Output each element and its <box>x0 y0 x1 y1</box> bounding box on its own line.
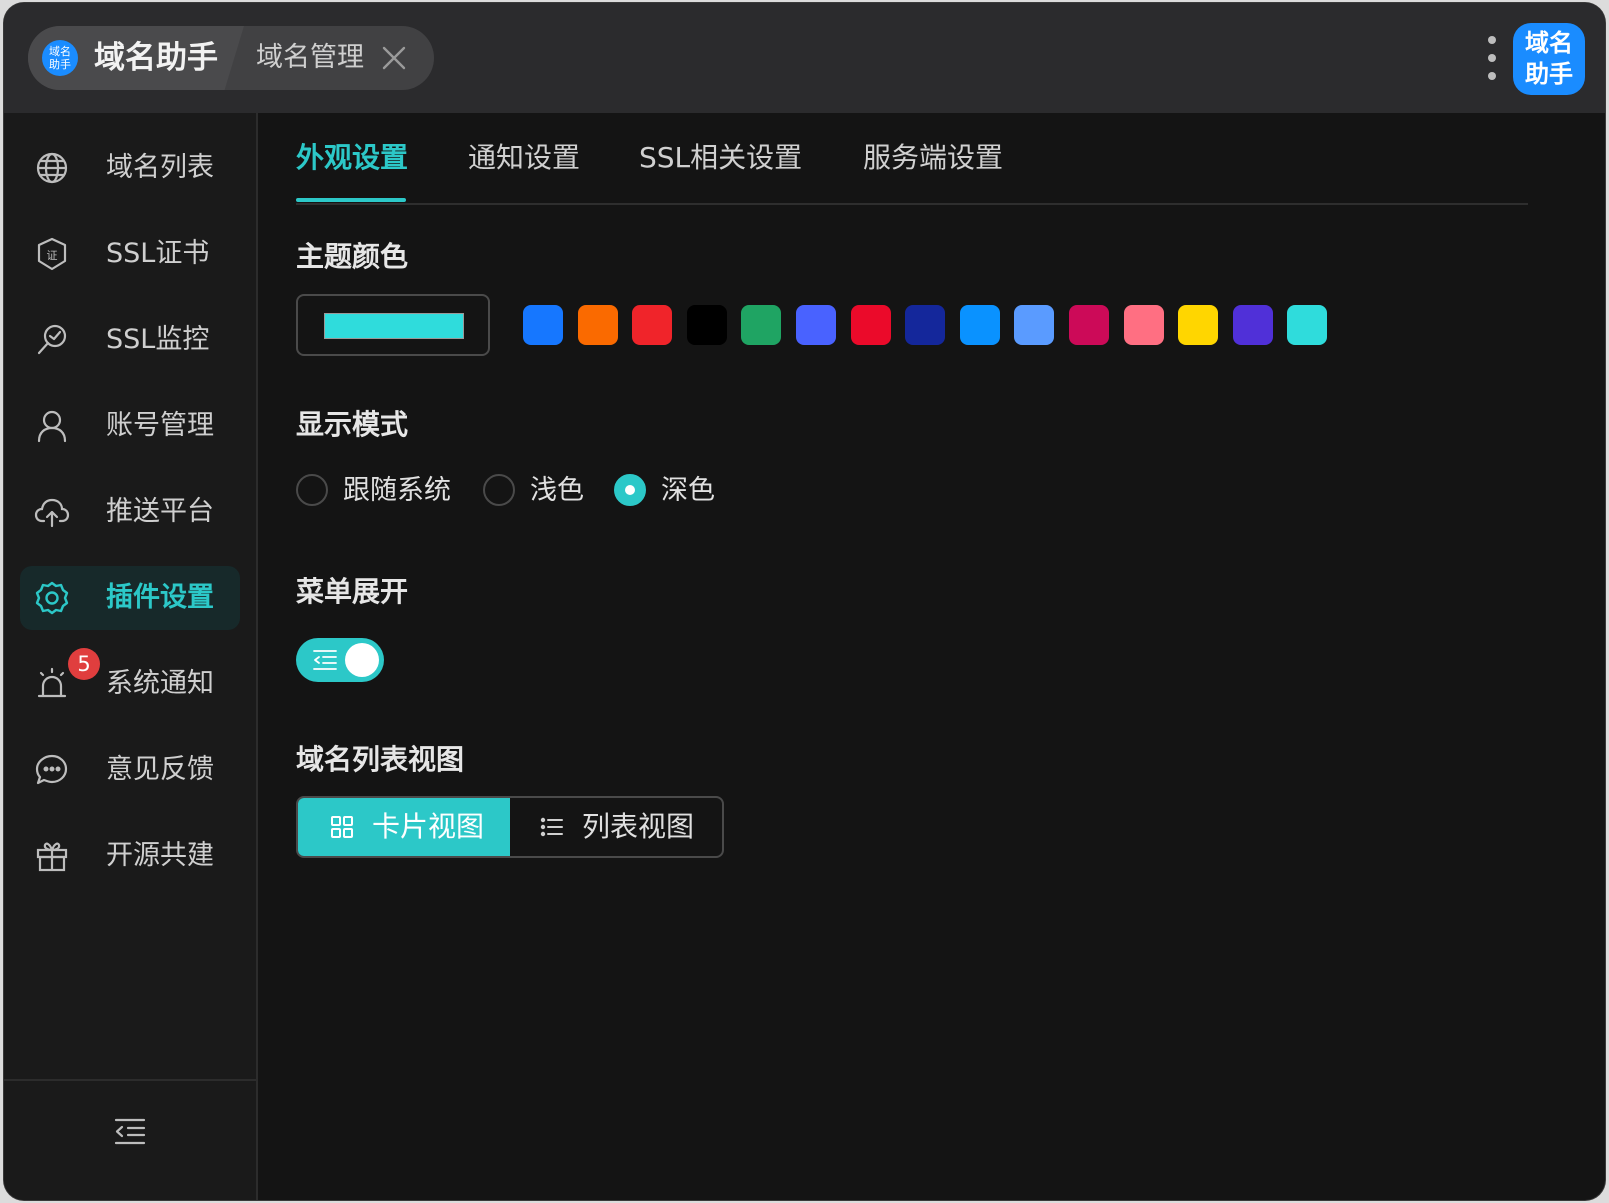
tab-ssl[interactable]: SSL相关设置 <box>639 113 802 203</box>
sidebar-item-label: 推送平台 <box>106 496 214 527</box>
radio-label: 深色 <box>661 475 715 506</box>
color-swatch[interactable] <box>686 305 727 345</box>
color-swatch[interactable] <box>959 305 1000 345</box>
gift-icon <box>36 842 68 872</box>
sidebar-item-label: 插件设置 <box>106 582 214 613</box>
more-options-icon[interactable] <box>1484 36 1500 80</box>
radio-label: 浅色 <box>530 475 584 506</box>
sidebar-item-label: 域名列表 <box>106 152 214 183</box>
avatar[interactable]: 域名助手 <box>1513 23 1585 95</box>
cloud-upload-icon <box>34 498 70 528</box>
sidebar: 域名列表 证 SSL证书 SSL监控 账号管理 推送平台 插件设置 5 系统通知… <box>4 113 258 1200</box>
sidebar-item-label: 意见反馈 <box>106 754 214 785</box>
list-view-label: 列表视图 <box>582 810 695 843</box>
color-swatch[interactable] <box>523 305 563 345</box>
sidebar-item-accounts[interactable]: 账号管理 <box>20 394 240 458</box>
selected-color-preview <box>324 313 464 339</box>
sidebar-item-label: 账号管理 <box>106 410 214 441</box>
menu-expand-title: 菜单展开 <box>296 575 409 608</box>
alarm-light-icon <box>37 667 67 698</box>
sidebar-item-label: SSL监控 <box>106 324 210 355</box>
app-window: 域名助手 域名助手 域名管理 域名助手 域名列表 证 SSL证书 SSL监控 账… <box>4 3 1605 1200</box>
certificate-shield-icon: 证 <box>37 237 67 271</box>
radio-button[interactable] <box>483 474 515 506</box>
header-bar: 域名助手 域名助手 域名管理 域名助手 <box>4 3 1605 113</box>
display-mode-radio-group: 跟随系统 浅色 深色 <box>296 471 996 511</box>
sidebar-item-notifications[interactable]: 5 系统通知 <box>20 648 240 716</box>
menu-collapse-icon[interactable] <box>110 1111 150 1151</box>
list-view-button[interactable]: 列表视图 <box>510 798 722 856</box>
settings-panel: 外观设置 通知设置 SSL相关设置 服务端设置 主题颜色 显示模式 跟随系统 浅… <box>258 113 1605 1200</box>
sidebar-item-open-source[interactable]: 开源共建 <box>20 824 240 888</box>
close-icon[interactable] <box>380 44 408 72</box>
sidebar-item-label: SSL证书 <box>106 238 210 269</box>
color-swatch[interactable] <box>1069 305 1109 345</box>
user-icon <box>37 410 67 443</box>
tab-notifications[interactable]: 通知设置 <box>468 113 580 203</box>
menu-expand-toggle[interactable] <box>296 638 384 682</box>
color-swatch[interactable] <box>796 305 836 345</box>
sidebar-item-feedback[interactable]: 意见反馈 <box>20 738 240 802</box>
home-tab[interactable]: 域名助手 域名助手 <box>28 26 244 90</box>
sidebar-item-domain-list[interactable]: 域名列表 <box>20 136 240 200</box>
color-swatch[interactable] <box>577 305 618 345</box>
tab-appearance[interactable]: 外观设置 <box>296 113 408 203</box>
card-view-label: 卡片视图 <box>372 810 485 843</box>
chat-bubbles-icon <box>35 754 68 785</box>
settings-tabs: 外观设置 通知设置 SSL相关设置 服务端设置 <box>296 113 1528 205</box>
home-tab-label: 域名助手 <box>94 40 218 76</box>
active-tab-indicator <box>296 198 406 202</box>
sidebar-footer <box>4 1079 256 1200</box>
color-swatch[interactable] <box>1287 305 1328 345</box>
color-swatch[interactable] <box>632 305 673 345</box>
color-swatch[interactable] <box>741 305 782 345</box>
color-swatch[interactable] <box>1123 305 1164 345</box>
sidebar-item-label: 开源共建 <box>106 840 214 871</box>
color-swatch[interactable] <box>1014 305 1055 345</box>
svg-text:证: 证 <box>47 249 58 262</box>
list-icon <box>540 817 563 837</box>
gear-icon <box>35 581 69 615</box>
list-view-segmented: 卡片视图 列表视图 <box>296 796 724 858</box>
color-swatch[interactable] <box>905 305 946 345</box>
sidebar-item-push-platform[interactable]: 推送平台 <box>20 480 240 544</box>
color-picker[interactable] <box>296 294 490 356</box>
color-swatch[interactable] <box>850 305 891 345</box>
theme-color-title: 主题颜色 <box>296 240 409 273</box>
menu-indent-icon <box>313 650 337 670</box>
color-swatch[interactable] <box>1178 305 1219 345</box>
globe-icon <box>36 152 68 184</box>
list-view-title: 域名列表视图 <box>296 743 465 776</box>
color-swatch[interactable] <box>1232 305 1273 345</box>
display-mode-title: 显示模式 <box>296 408 409 441</box>
card-view-button[interactable]: 卡片视图 <box>298 798 510 856</box>
toggle-knob <box>345 643 379 677</box>
sidebar-item-plugin-settings[interactable]: 插件设置 <box>20 566 240 630</box>
current-tab-label[interactable]: 域名管理 <box>256 26 364 90</box>
notification-badge: 5 <box>68 648 100 680</box>
radio-label: 跟随系统 <box>343 475 451 506</box>
radio-button-checked[interactable] <box>614 474 646 506</box>
sidebar-item-ssl-monitor[interactable]: SSL监控 <box>20 308 240 372</box>
tab-group: 域名助手 域名助手 域名管理 <box>28 26 434 90</box>
monitor-search-icon <box>37 324 67 355</box>
radio-button[interactable] <box>296 474 328 506</box>
tab-server[interactable]: 服务端设置 <box>863 113 1003 203</box>
sidebar-item-label: 系统通知 <box>106 668 214 699</box>
brand-logo: 域名助手 <box>42 40 78 76</box>
sidebar-item-ssl-cert[interactable]: 证 SSL证书 <box>20 222 240 286</box>
grid-icon <box>331 816 353 838</box>
